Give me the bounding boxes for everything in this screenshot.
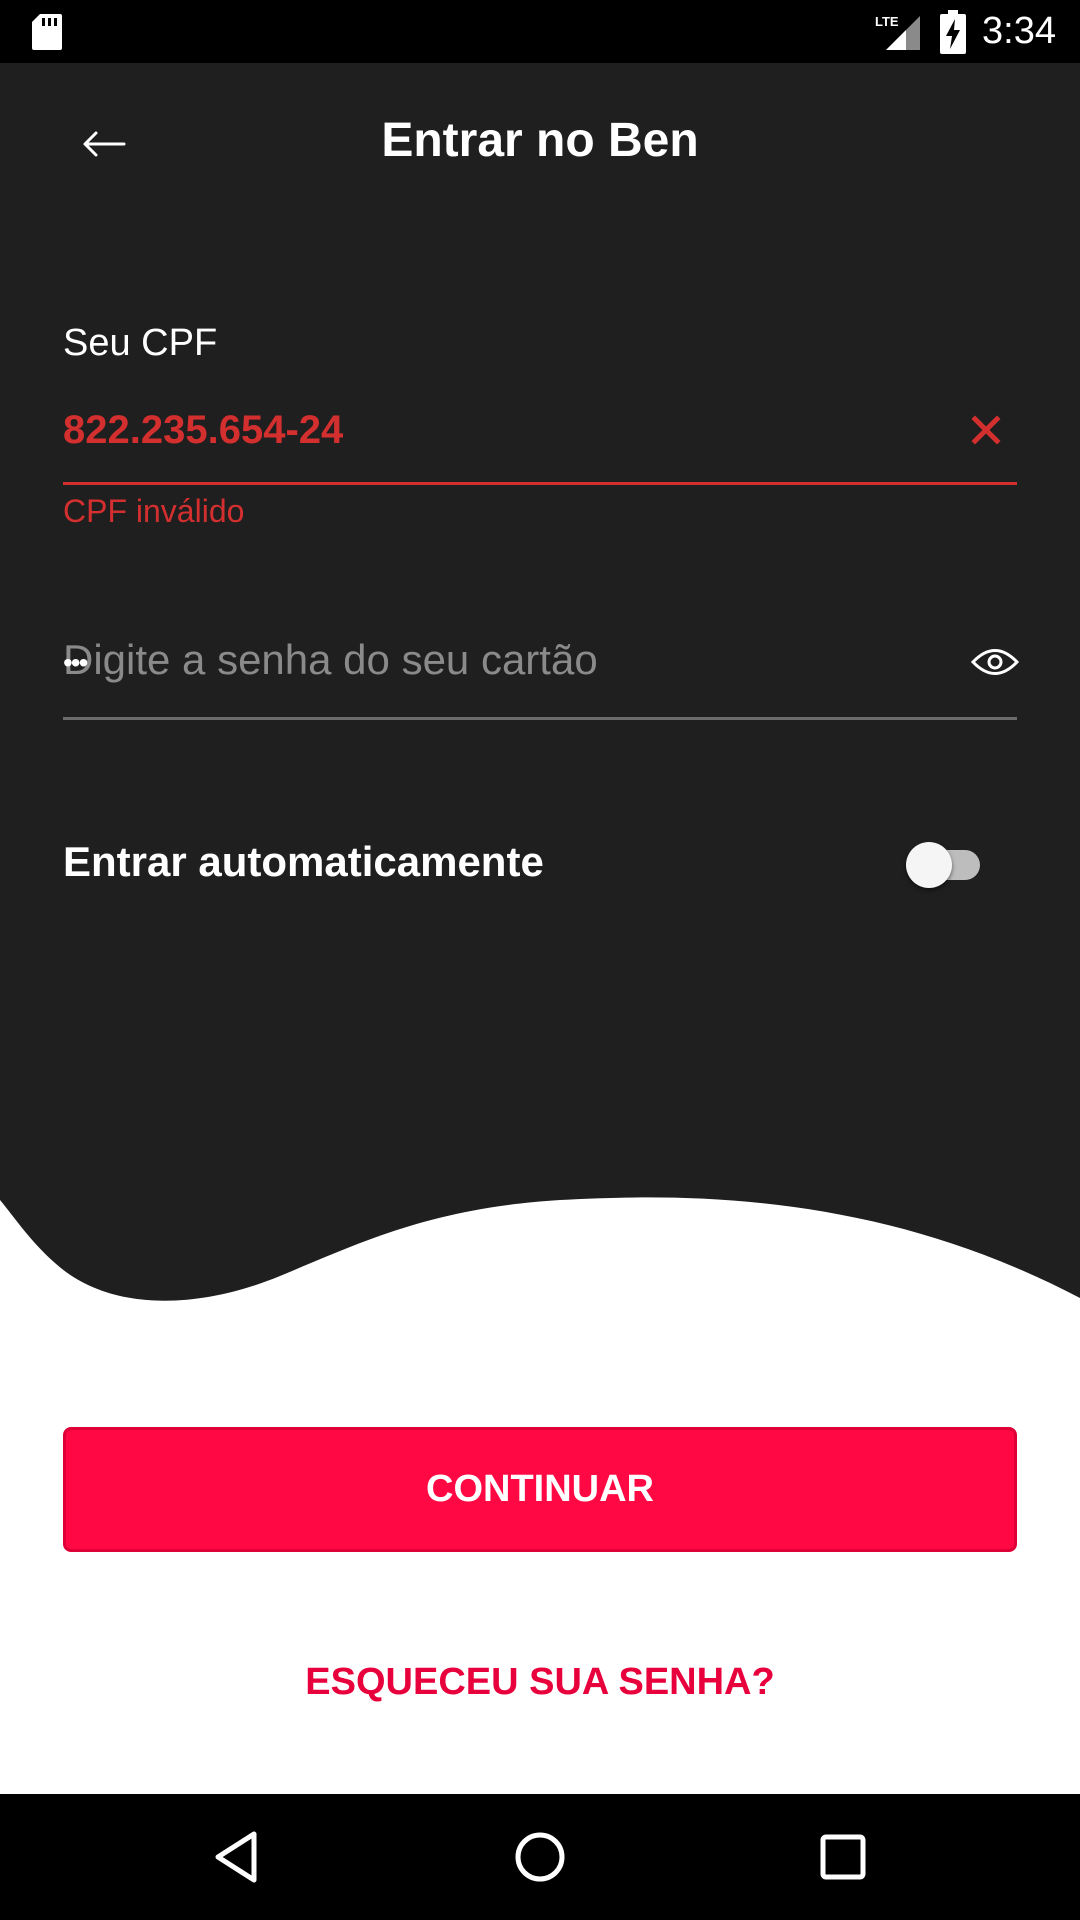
nav-home-button[interactable] [497, 1814, 583, 1900]
lte-signal-icon: LTE [875, 14, 920, 50]
continue-button[interactable]: CONTINUAR [63, 1427, 1017, 1552]
close-icon [971, 415, 1001, 445]
recents-square-icon [820, 1834, 866, 1880]
arrow-left-icon [83, 131, 126, 157]
auto-login-label: Entrar automaticamente [63, 838, 544, 885]
eye-icon [971, 649, 1019, 675]
system-navigation-bar [0, 1794, 1080, 1920]
clear-cpf-button[interactable] [956, 400, 1016, 460]
password-underline [63, 717, 1017, 720]
home-circle-icon [515, 1832, 565, 1882]
nav-back-button[interactable] [193, 1814, 279, 1900]
svg-text:LTE: LTE [875, 14, 899, 29]
back-triangle-icon [215, 1831, 257, 1883]
cpf-underline [63, 482, 1017, 485]
cpf-error-message: CPF inválido [63, 493, 245, 529]
forgot-password-link[interactable]: ESQUECEU SUA SENHA? [240, 1652, 840, 1712]
back-button[interactable] [60, 100, 148, 188]
password-input[interactable] [63, 630, 943, 690]
nav-recents-button[interactable] [800, 1814, 886, 1900]
page-title: Entrar no Ben [381, 114, 699, 167]
cpf-input[interactable] [63, 398, 943, 462]
toggle-password-visibility-button[interactable] [966, 638, 1024, 686]
cpf-label: Seu CPF [63, 322, 218, 364]
battery-charging-icon [940, 10, 966, 54]
switch-thumb [906, 842, 952, 888]
auto-login-switch[interactable] [906, 836, 986, 892]
sd-card-icon [32, 14, 62, 50]
status-clock: 3:34 [982, 10, 1056, 52]
status-bar: LTE 3:34 [0, 0, 1080, 63]
login-screen: LTE 3:34 Entrar no Ben Seu CPF CPF invál… [0, 0, 1080, 1920]
dark-header-background [0, 63, 1080, 1301]
